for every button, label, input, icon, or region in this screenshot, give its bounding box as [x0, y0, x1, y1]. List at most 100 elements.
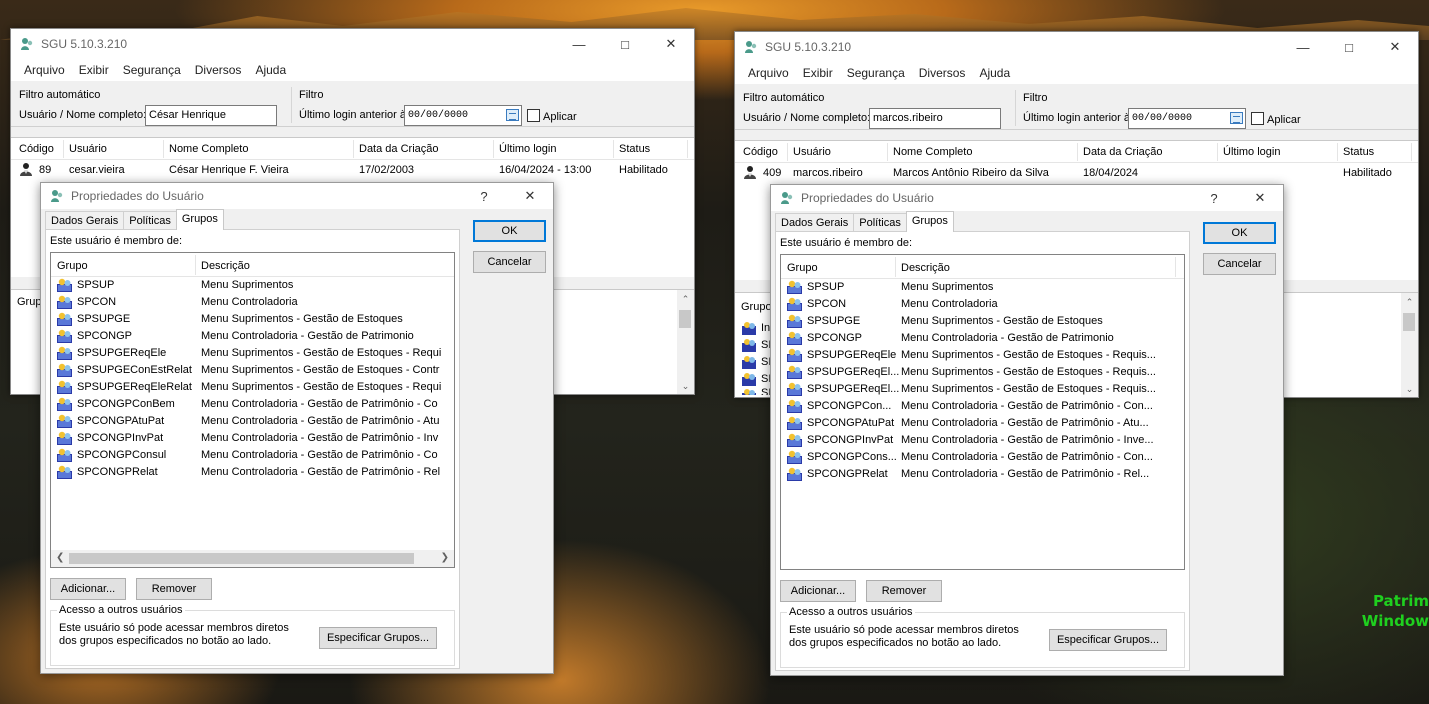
- close-icon[interactable]: ✕: [1372, 32, 1418, 62]
- col-status[interactable]: Status: [619, 143, 650, 155]
- col-descricao[interactable]: Descrição: [901, 262, 950, 274]
- list-item[interactable]: SPSUPGE Menu Suprimentos - Gestão de Esto…: [781, 313, 1184, 330]
- scroll-down-icon[interactable]: ⌄: [1401, 384, 1418, 395]
- list-item[interactable]: SPCONGPConsul Menu Controladoria - Gestão…: [51, 447, 454, 464]
- menu-ajuda[interactable]: Ajuda: [972, 66, 1017, 80]
- calendar-icon[interactable]: [1230, 112, 1243, 124]
- list-item[interactable]: SPSUPGEReqEl... Menu Suprimentos - Gestão…: [781, 381, 1184, 398]
- dialog-title-bar[interactable]: Propriedades do Usuário ? ✕: [771, 185, 1283, 211]
- list-item[interactable]: In: [741, 319, 771, 336]
- tab-dados-gerais[interactable]: Dados Gerais: [775, 213, 855, 232]
- col-data-criacao[interactable]: Data da Criação: [1083, 146, 1163, 158]
- list-item[interactable]: SI: [741, 353, 771, 370]
- scroll-up-icon[interactable]: ⌃: [677, 294, 694, 305]
- apply-checkbox[interactable]: [527, 109, 540, 122]
- remove-group-button[interactable]: Remover: [136, 578, 212, 600]
- col-status[interactable]: Status: [1343, 146, 1374, 158]
- scroll-right-icon[interactable]: ❯: [441, 552, 449, 563]
- list-item[interactable]: SPCONGP Menu Controladoria - Gestão de Pa…: [781, 330, 1184, 347]
- list-item[interactable]: SPCONGPAtuPat Menu Controladoria - Gestão…: [781, 415, 1184, 432]
- remove-group-button[interactable]: Remover: [866, 580, 942, 602]
- col-codigo[interactable]: Código: [19, 143, 54, 155]
- list-item[interactable]: SI: [741, 370, 771, 387]
- list-item[interactable]: SPCONGPCon... Menu Controladoria - Gestão…: [781, 398, 1184, 415]
- specify-groups-button[interactable]: Especificar Grupos...: [1049, 629, 1167, 651]
- list-item[interactable]: SPCONGPRelat Menu Controladoria - Gestão …: [781, 466, 1184, 483]
- close-icon[interactable]: ✕: [507, 183, 553, 209]
- scroll-thumb[interactable]: [1403, 313, 1415, 331]
- cancel-button[interactable]: Cancelar: [1203, 253, 1276, 275]
- col-usuario[interactable]: Usuário: [793, 146, 831, 158]
- menu-exibir[interactable]: Exibir: [796, 66, 840, 80]
- col-ultimo-login[interactable]: Último login: [1223, 146, 1280, 158]
- calendar-icon[interactable]: [506, 109, 519, 121]
- scroll-thumb[interactable]: [69, 553, 414, 564]
- vertical-scrollbar[interactable]: ⌃ ⌄: [1401, 293, 1418, 397]
- col-nome[interactable]: Nome Completo: [169, 143, 248, 155]
- scroll-left-icon[interactable]: ❮: [56, 552, 64, 563]
- list-item[interactable]: SPSUPGE Menu Suprimentos - Gestão de Esto…: [51, 311, 454, 328]
- list-item[interactable]: SPSUPGEReqEleRelat Menu Suprimentos - Ges…: [51, 379, 454, 396]
- maximize-icon[interactable]: □: [1326, 32, 1372, 62]
- specify-groups-button[interactable]: Especificar Grupos...: [319, 627, 437, 649]
- list-item[interactable]: SPSUP Menu Suprimentos: [51, 277, 454, 294]
- dialog-title-bar[interactable]: Propriedades do Usuário ? ✕: [41, 183, 553, 209]
- menu-arquivo[interactable]: Arquivo: [17, 63, 72, 77]
- last-login-date-input[interactable]: 00/00/0000: [404, 105, 522, 126]
- col-nome[interactable]: Nome Completo: [893, 146, 972, 158]
- menu-exibir[interactable]: Exibir: [72, 63, 116, 77]
- list-item[interactable]: SPSUP Menu Suprimentos: [781, 279, 1184, 296]
- list-item[interactable]: SPCONGP Menu Controladoria - Gestão de Pa…: [51, 328, 454, 345]
- col-descricao[interactable]: Descrição: [201, 260, 250, 272]
- table-row[interactable]: 409 marcos.ribeiro Marcos Antônio Ribeir…: [735, 163, 1418, 183]
- minimize-icon[interactable]: —: [556, 29, 602, 59]
- list-item[interactable]: SI: [741, 336, 771, 353]
- scroll-up-icon[interactable]: ⌃: [1401, 297, 1418, 308]
- help-icon[interactable]: ?: [461, 183, 507, 209]
- vertical-scrollbar[interactable]: ⌃ ⌄: [677, 290, 694, 394]
- tab-dados-gerais[interactable]: Dados Gerais: [45, 211, 125, 230]
- list-item[interactable]: SPCONGPRelat Menu Controladoria - Gestão …: [51, 464, 454, 481]
- minimize-icon[interactable]: —: [1280, 32, 1326, 62]
- list-item[interactable]: SPCON Menu Controladoria: [51, 294, 454, 311]
- list-item[interactable]: SPCONGPConBem Menu Controladoria - Gestão…: [51, 396, 454, 413]
- col-usuario[interactable]: Usuário: [69, 143, 107, 155]
- add-group-button[interactable]: Adicionar...: [780, 580, 856, 602]
- col-grupo[interactable]: Grupo: [787, 262, 818, 274]
- menu-seguranca[interactable]: Segurança: [840, 66, 912, 80]
- scroll-thumb[interactable]: [679, 310, 691, 328]
- ok-button[interactable]: OK: [473, 220, 546, 242]
- list-item[interactable]: SPSUPGEReqEl... Menu Suprimentos - Gestão…: [781, 364, 1184, 381]
- menu-ajuda[interactable]: Ajuda: [248, 63, 293, 77]
- tab-politicas[interactable]: Políticas: [853, 213, 907, 232]
- horizontal-scrollbar[interactable]: ❮ ❯: [51, 550, 454, 567]
- menu-diversos[interactable]: Diversos: [912, 66, 973, 80]
- menu-diversos[interactable]: Diversos: [188, 63, 249, 77]
- col-grupo[interactable]: Grupo: [57, 260, 88, 272]
- tab-grupos[interactable]: Grupos: [905, 211, 954, 232]
- tab-grupos[interactable]: Grupos: [175, 209, 224, 230]
- col-data-criacao[interactable]: Data da Criação: [359, 143, 439, 155]
- list-item[interactable]: SPCONGPCons... Menu Controladoria - Gestã…: [781, 449, 1184, 466]
- list-item[interactable]: SPSUPGEConEstRelat Menu Suprimentos - Ges…: [51, 362, 454, 379]
- maximize-icon[interactable]: □: [602, 29, 648, 59]
- menu-seguranca[interactable]: Segurança: [116, 63, 188, 77]
- user-search-input[interactable]: marcos.ribeiro: [869, 108, 1001, 129]
- user-search-input[interactable]: César Henrique: [145, 105, 277, 126]
- scroll-down-icon[interactable]: ⌄: [677, 381, 694, 392]
- title-bar[interactable]: SGU 5.10.3.210 — □ ✕: [735, 32, 1418, 62]
- col-ultimo-login[interactable]: Último login: [499, 143, 556, 155]
- tab-politicas[interactable]: Políticas: [123, 211, 177, 230]
- menu-arquivo[interactable]: Arquivo: [741, 66, 796, 80]
- cancel-button[interactable]: Cancelar: [473, 251, 546, 273]
- close-icon[interactable]: ✕: [648, 29, 694, 59]
- list-item[interactable]: SPCONGPInvPat Menu Controladoria - Gestão…: [51, 430, 454, 447]
- col-codigo[interactable]: Código: [743, 146, 778, 158]
- apply-checkbox[interactable]: [1251, 112, 1264, 125]
- list-item[interactable]: SPSUPGEReqEle Menu Suprimentos - Gestão d…: [781, 347, 1184, 364]
- help-icon[interactable]: ?: [1191, 185, 1237, 211]
- table-row[interactable]: 89 cesar.vieira César Henrique F. Vieira…: [11, 160, 694, 180]
- list-item[interactable]: SPCONGPInvPat Menu Controladoria - Gestão…: [781, 432, 1184, 449]
- list-item[interactable]: SPCONGPAtuPat Menu Controladoria - Gestão…: [51, 413, 454, 430]
- list-item[interactable]: SPCON Menu Controladoria: [781, 296, 1184, 313]
